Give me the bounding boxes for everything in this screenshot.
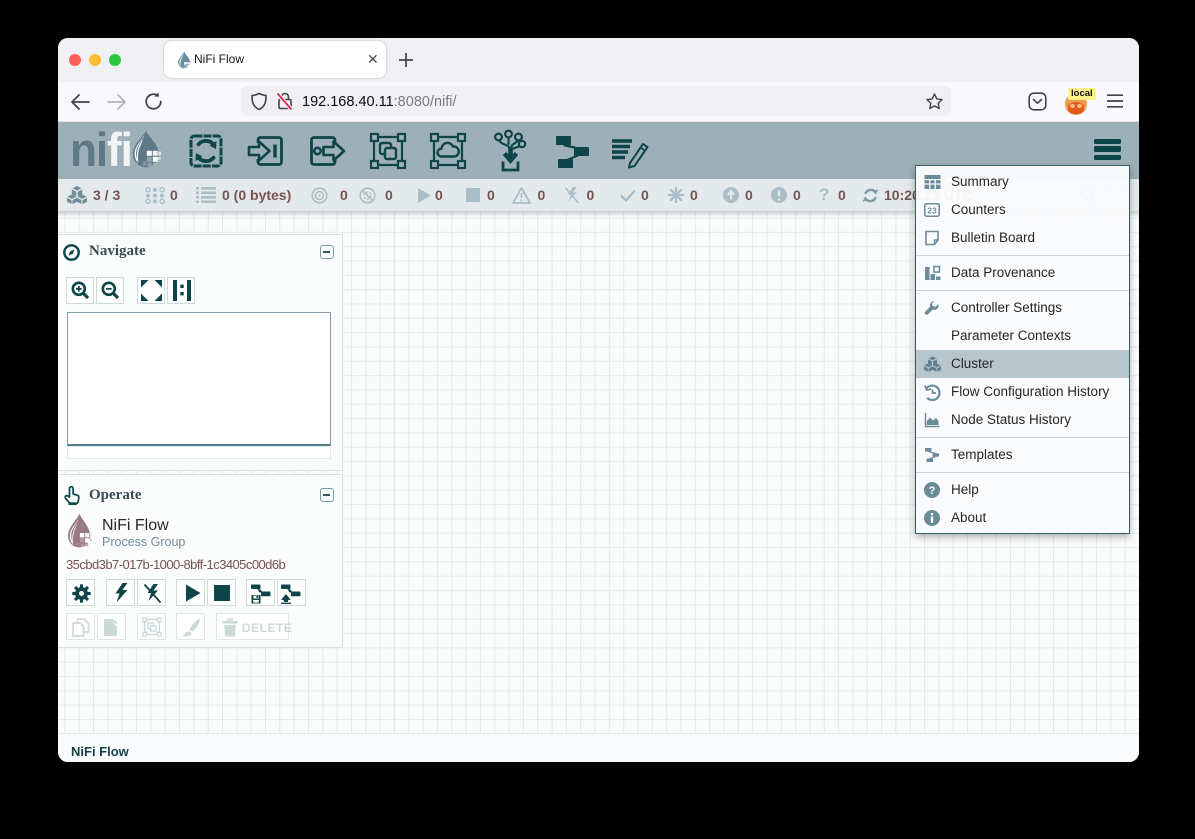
svg-text:?: ? bbox=[929, 485, 936, 497]
svg-text:23: 23 bbox=[927, 205, 937, 215]
